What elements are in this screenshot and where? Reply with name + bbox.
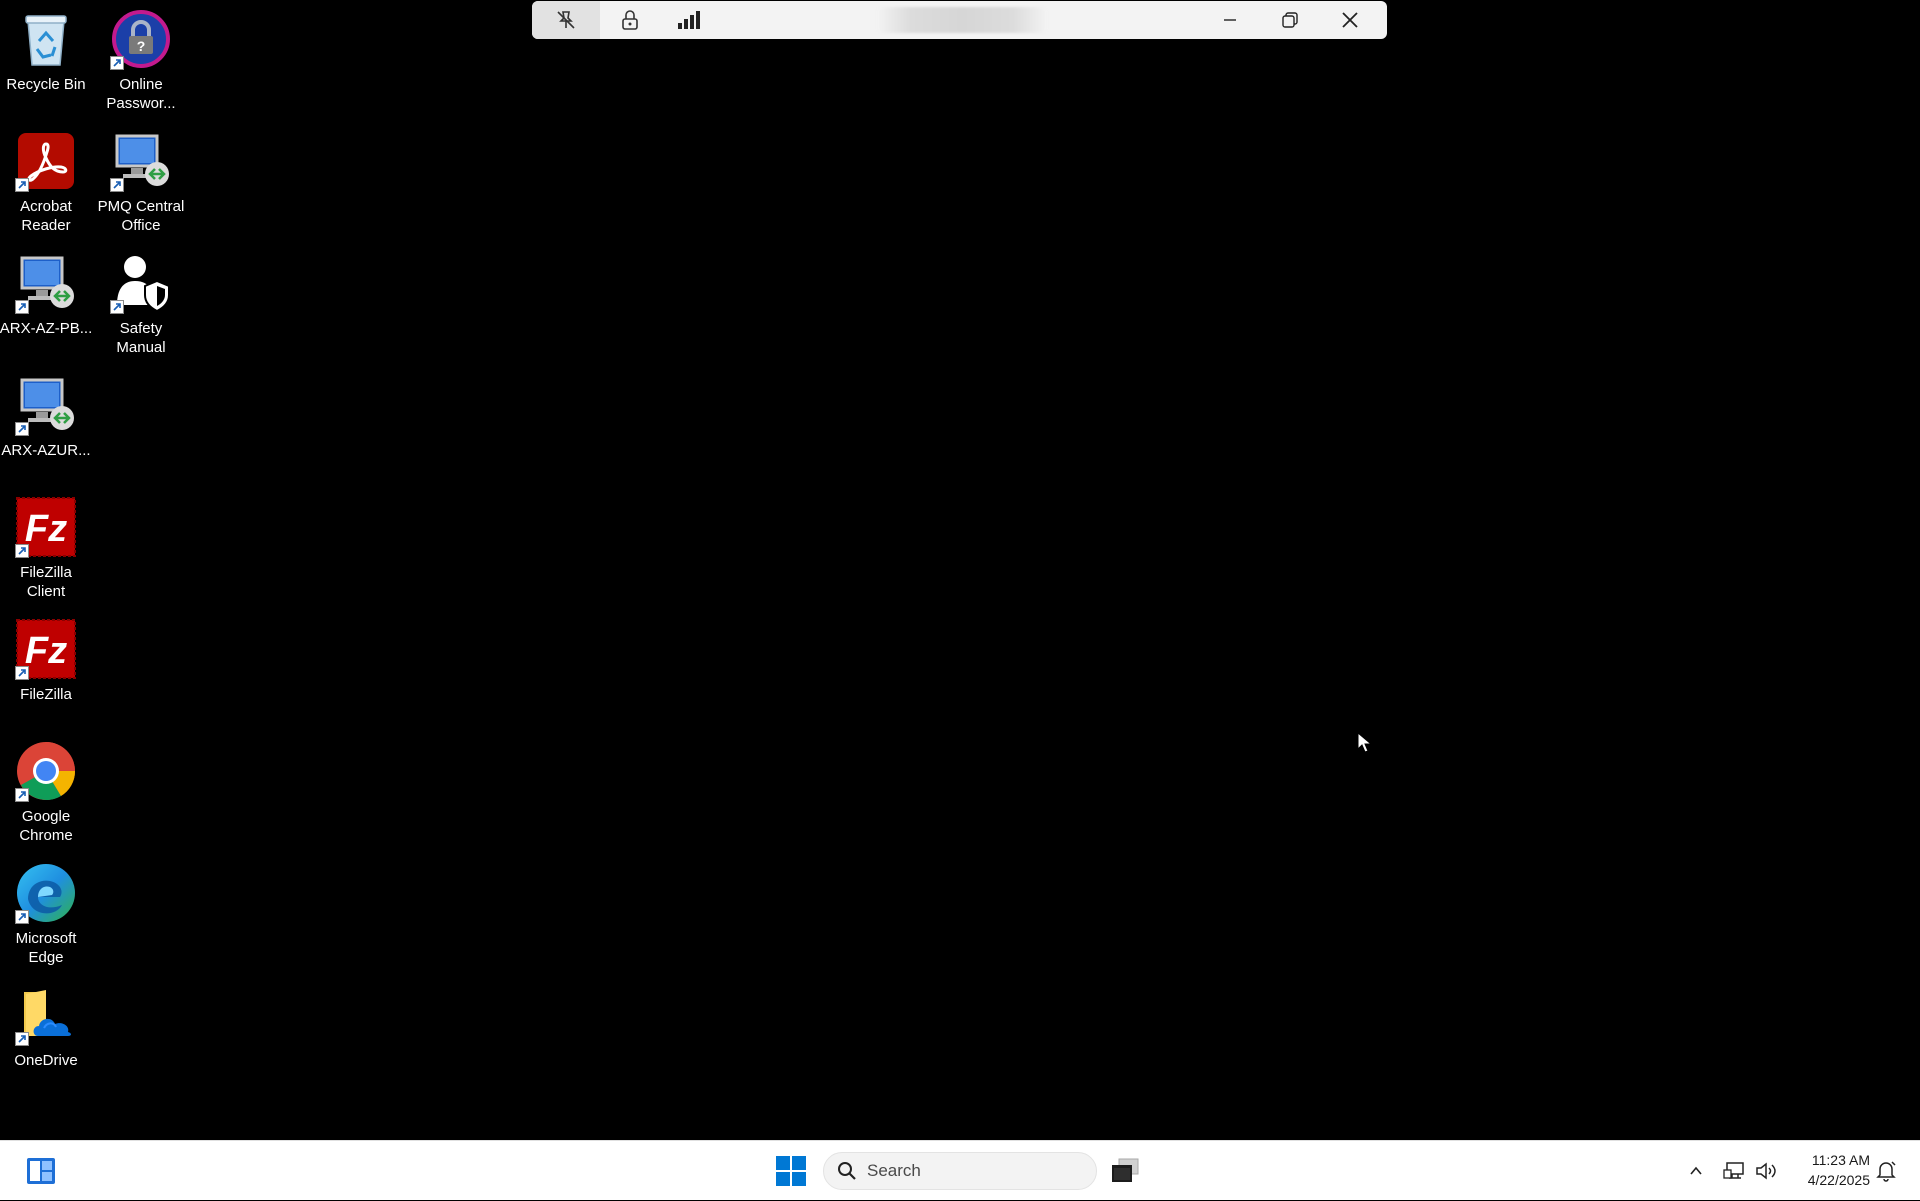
- remote-connection-bar: [532, 1, 1387, 39]
- search-icon: [837, 1161, 857, 1181]
- shortcut-arrow-icon: [110, 300, 124, 314]
- minimize-icon: [1224, 19, 1236, 21]
- desktop-icon-filezilla[interactable]: Fz FileZilla: [1, 618, 91, 704]
- network-status-button[interactable]: [1720, 1141, 1748, 1201]
- desktop-icon-label: Acrobat Reader: [20, 198, 72, 234]
- shortcut-arrow-icon: [15, 1032, 29, 1046]
- shortcut-arrow-icon: [15, 422, 29, 436]
- svg-text:Fz: Fz: [25, 630, 67, 672]
- system-clock[interactable]: 11:23 AM 4/22/2025: [1790, 1150, 1870, 1190]
- taskbar-search-box[interactable]: Search: [823, 1152, 1097, 1190]
- recycle-bin-icon: [25, 15, 67, 66]
- restore-icon: [1282, 12, 1298, 28]
- minimize-button[interactable]: [1202, 1, 1258, 39]
- desktop-icon-label: Recycle Bin: [6, 76, 86, 93]
- show-hidden-icons-button[interactable]: [1681, 1141, 1711, 1201]
- desktop-icon-label: Online Passwor...: [106, 76, 176, 112]
- shortcut-arrow-icon: [15, 300, 29, 314]
- lock-connection-button[interactable]: [602, 1, 658, 39]
- shortcut-arrow-icon: [110, 178, 124, 192]
- shortcut-arrow-icon: [15, 544, 29, 558]
- svg-text:Fz: Fz: [25, 508, 67, 550]
- shortcut-arrow-icon: [15, 178, 29, 192]
- shortcut-arrow-icon: [15, 666, 29, 680]
- volume-button[interactable]: [1752, 1141, 1780, 1201]
- restore-button[interactable]: [1262, 1, 1318, 39]
- svg-text:?: ?: [137, 38, 146, 54]
- shortcut-arrow-icon: [15, 788, 29, 802]
- desktop-icon-arx-azur[interactable]: ARX-AZUR...: [1, 374, 91, 460]
- desktop-icon-label: OneDrive: [14, 1052, 78, 1069]
- taskbar-app-remote-desktop[interactable]: [1100, 1141, 1150, 1201]
- desktop-icon-recycle-bin[interactable]: Recycle Bin: [1, 8, 91, 94]
- mouse-cursor-icon: [1357, 732, 1373, 753]
- connection-quality-button[interactable]: [662, 1, 718, 39]
- shortcut-arrow-icon: [110, 56, 124, 70]
- clock-time: 11:23 AM: [1811, 1152, 1870, 1168]
- desktop-background: Recycle Bin Acrobat Reader ARX-AZ-PB... …: [0, 0, 1920, 1140]
- network-ethernet-icon: [1723, 1162, 1744, 1179]
- desktop-icon-google-chrome[interactable]: Google Chrome: [1, 740, 91, 845]
- clock-date: 4/22/2025: [1807, 1172, 1870, 1188]
- pin-off-icon: [557, 11, 575, 29]
- desktop-icon-label: FileZilla: [20, 686, 72, 703]
- taskbar: Search 11:23 AM 4/22/2025: [0, 1140, 1920, 1200]
- windows-logo-icon: [776, 1156, 806, 1186]
- signal-bars-icon: [678, 11, 700, 29]
- desktop-icon-filezilla-client[interactable]: Fz FileZilla Client: [1, 496, 91, 601]
- widgets-button[interactable]: [18, 1141, 64, 1201]
- desktop-icon-label: FileZilla Client: [20, 564, 72, 600]
- desktop-icon-microsoft-edge[interactable]: Microsoft Edge: [1, 862, 91, 967]
- connection-hostname-redacted: [877, 7, 1047, 33]
- desktop-icon-label: ARX-AZ-PB...: [0, 320, 93, 337]
- pin-connection-bar-button[interactable]: [532, 1, 600, 39]
- notification-bell-icon: [1876, 1161, 1896, 1182]
- search-placeholder: Search: [867, 1161, 921, 1180]
- chevron-up-icon: [1690, 1166, 1702, 1175]
- lock-icon: [622, 10, 638, 30]
- close-button[interactable]: [1322, 1, 1378, 39]
- close-icon: [1342, 12, 1358, 28]
- start-button[interactable]: [766, 1141, 816, 1201]
- shortcut-arrow-icon: [15, 910, 29, 924]
- notifications-button[interactable]: [1872, 1141, 1900, 1201]
- desktop-icon-arx-az-pb[interactable]: ARX-AZ-PB...: [0, 252, 93, 338]
- desktop-icon-label: Google Chrome: [19, 808, 73, 844]
- desktop-icon-safety-manual[interactable]: Safety Manual: [96, 252, 186, 357]
- desktop-icon-label: PMQ Central Office: [97, 198, 185, 234]
- widgets-icon: [27, 1158, 55, 1184]
- desktop-icon-online-password[interactable]: ? Online Passwor...: [96, 8, 186, 113]
- remote-desktop-window-icon: [1112, 1158, 1139, 1182]
- speaker-volume-icon: [1756, 1162, 1776, 1180]
- desktop-icon-onedrive[interactable]: OneDrive: [1, 984, 91, 1070]
- desktop-icon-acrobat-reader[interactable]: Acrobat Reader: [1, 130, 91, 235]
- desktop-icon-label: ARX-AZUR...: [1, 442, 91, 459]
- desktop-icon-label: Safety Manual: [116, 320, 166, 356]
- desktop-icon-pmq-central-office[interactable]: PMQ Central Office: [96, 130, 186, 235]
- desktop-icon-label: Microsoft Edge: [15, 930, 77, 966]
